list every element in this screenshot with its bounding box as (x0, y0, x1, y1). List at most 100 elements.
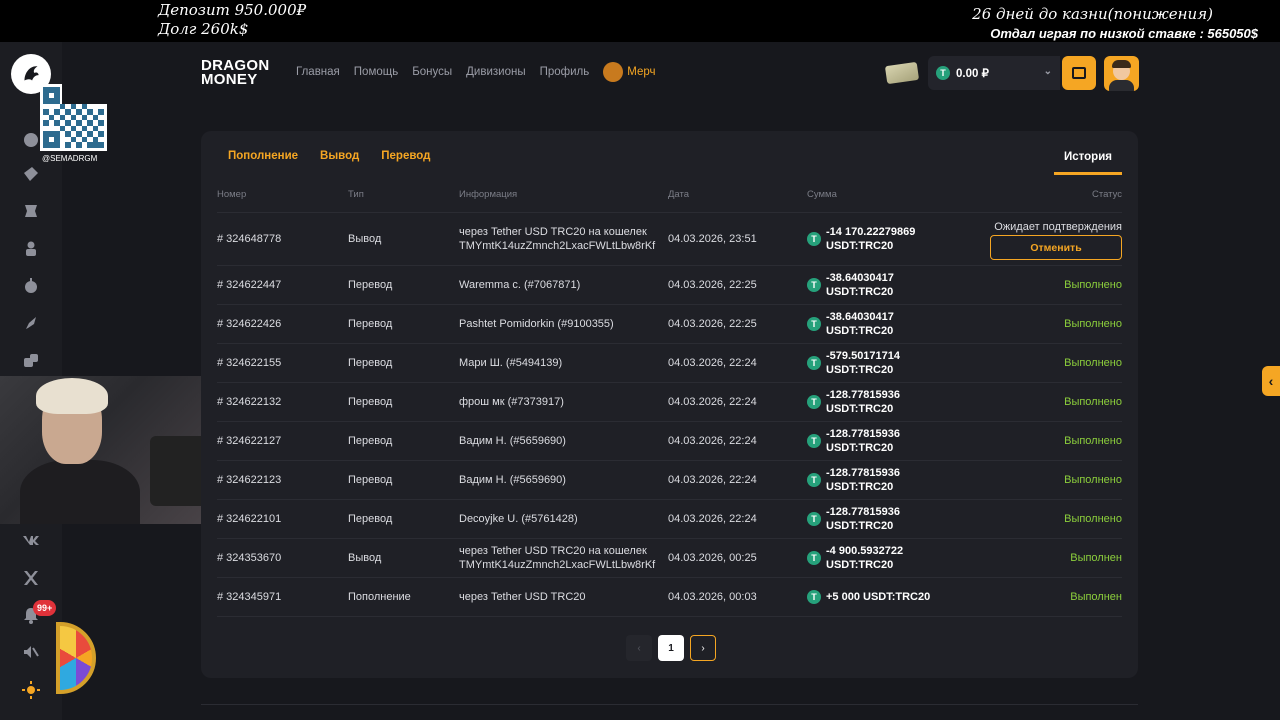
tether-icon: T (807, 356, 821, 370)
tab-transfer[interactable]: Перевод (381, 150, 430, 162)
row-currency: USDT:TRC20 (826, 442, 894, 454)
row-info: Мари Ш. (#5494139) (459, 357, 563, 369)
row-currency: USDT:TRC20 (826, 240, 894, 252)
row-date: 04.03.2026, 22:24 (668, 357, 757, 369)
nav-home[interactable]: Главная (296, 66, 340, 82)
vk-icon[interactable] (19, 528, 43, 552)
prev-page-button[interactable]: ‹ (626, 635, 652, 661)
balance-dropdown[interactable]: T 0.00 ₽ ⌄ (928, 56, 1060, 90)
page-1-button[interactable]: 1 (658, 635, 684, 661)
footer-divider (201, 704, 1138, 705)
row-number: # 324622101 (217, 513, 282, 525)
row-sum: T -4 900.5932722 USDT:TRC20 (807, 544, 903, 572)
row-sum: T -128.77815936 USDT:TRC20 (807, 388, 900, 416)
wallet-history-panel: Пополнение Вывод Перевод История Номер Т… (201, 131, 1138, 678)
table-row: # 324648778 Вывод через Tether USD TRC20… (217, 213, 1122, 266)
row-type: Перевод (348, 318, 393, 330)
nav-merch[interactable]: Мерч (603, 62, 656, 82)
brand-logo[interactable]: DRAGON MONEY (201, 58, 269, 88)
row-info-line-2: TMYmtK14uzZmnch2LxacFWLtLbw8rKf (459, 240, 656, 252)
tether-icon: T (807, 512, 821, 526)
row-date: 04.03.2026, 22:24 (668, 435, 757, 447)
row-status: Выполнено (1064, 396, 1122, 408)
nav-help[interactable]: Помощь (354, 66, 398, 82)
next-page-button[interactable]: › (690, 635, 716, 661)
row-type: Вывод (348, 233, 382, 245)
wallet-button[interactable] (1062, 56, 1096, 90)
nav-merch-label: Мерч (627, 66, 656, 78)
poker-icon[interactable] (19, 237, 43, 261)
row-info: через Tether USD TRC20 на кошелек TMYmtK1… (459, 544, 657, 572)
balance-value: 0.00 ₽ (956, 68, 989, 80)
row-type: Перевод (348, 513, 393, 525)
nav-divisions[interactable]: Дивизионы (466, 66, 525, 82)
row-status: Выполнено (1064, 513, 1122, 525)
dice-icon[interactable] (19, 349, 43, 373)
row-info: Decoyjke U. (#5761428) (459, 513, 578, 525)
row-currency: USDT:TRC20 (826, 481, 894, 493)
row-date: 04.03.2026, 00:03 (668, 591, 757, 603)
table-row: # 324622447 Перевод Waremma c. (#7067871… (217, 266, 1122, 305)
tether-icon: T (807, 434, 821, 448)
row-type: Перевод (348, 279, 393, 291)
table-row: # 324622101 Перевод Decoyjke U. (#576142… (217, 500, 1122, 539)
row-amount: -14 170.22279869 (826, 226, 916, 238)
row-type: Вывод (348, 552, 382, 564)
brand-line-2: MONEY (201, 71, 258, 88)
avatar[interactable] (1104, 56, 1139, 91)
row-type: Перевод (348, 435, 393, 447)
fortune-wheel-icon[interactable] (56, 622, 96, 694)
overlay-countdown: 26 дней до казни(понижения) (972, 5, 1213, 23)
row-status: Выполнено (1064, 474, 1122, 486)
row-amount: -4 900.5932722 (826, 545, 904, 557)
row-sum: T +5 000 USDT:TRC20 (807, 590, 930, 604)
chat-toggle-chevron-left-icon[interactable]: ‹ (1262, 366, 1280, 396)
transactions-table: # 324648778 Вывод через Tether USD TRC20… (217, 213, 1122, 617)
tickets-icon[interactable] (19, 162, 43, 186)
pagination: ‹ 1 › (626, 635, 716, 661)
overlay-debt: Долг 260k$ (158, 20, 249, 38)
stream-overlay-top: Депозит 950.000₽ Долг 260k$ 26 дней до к… (0, 0, 1280, 42)
tab-deposit[interactable]: Пополнение (228, 150, 298, 162)
tether-icon: T (936, 66, 950, 80)
header-number: Номер (217, 189, 247, 200)
table-row: # 324622123 Перевод Вадим Н. (#5659690) … (217, 461, 1122, 500)
dragon-mode-icon[interactable] (19, 199, 43, 223)
row-amount: -38.64030417 (826, 311, 894, 323)
tab-withdraw[interactable]: Вывод (320, 150, 359, 162)
table-header: Номер Тип Информация Дата Сумма Статус (217, 181, 1122, 213)
row-status: Выполнено (1064, 357, 1122, 369)
cancel-button[interactable]: Отменить (990, 235, 1122, 260)
tab-history[interactable]: История (1054, 141, 1122, 175)
row-info-line-2: TMYmtK14uzZmnch2LxacFWLtLbw8rKf (459, 559, 656, 571)
overlay-note: Отдал играя по низкой ставке : 565050$ (990, 26, 1258, 41)
wallet-tabs: Пополнение Вывод Перевод (228, 150, 430, 162)
theme-toggle-icon[interactable] (19, 678, 43, 702)
overlay-left: Депозит 950.000₽ Долг 260k$ (158, 1, 306, 39)
nav-profile[interactable]: Профиль (540, 66, 590, 82)
table-row: # 324622132 Перевод фрош мк (#7373917) 0… (217, 383, 1122, 422)
sound-muted-icon[interactable] (19, 640, 43, 664)
row-date: 04.03.2026, 22:25 (668, 279, 757, 291)
tether-icon: T (807, 590, 821, 604)
tether-icon: T (807, 551, 821, 565)
row-number: # 324622426 (217, 318, 282, 330)
row-info: Вадим Н. (#5659690) (459, 474, 566, 486)
nav-bonuses[interactable]: Бонусы (412, 66, 452, 82)
table-row: # 324622127 Перевод Вадим Н. (#5659690) … (217, 422, 1122, 461)
overlay-deposit: Депозит 950.000₽ (158, 1, 307, 19)
qr-caption: @SEMADRGM (42, 154, 98, 163)
x-twitter-icon[interactable] (19, 566, 43, 590)
row-info: Pashtet Pomidorkin (#9100355) (459, 318, 614, 330)
row-amount: -38.64030417 (826, 272, 894, 284)
row-info-line-1: через Tether USD TRC20 на кошелек (459, 545, 647, 557)
table-row: # 324622426 Перевод Pashtet Pomidorkin (… (217, 305, 1122, 344)
row-amount: -128.77815936 (826, 467, 901, 479)
row-amount: -579.50171714 (826, 350, 901, 362)
row-info: через Tether USD TRC20 (459, 591, 586, 603)
rocket-icon[interactable] (19, 312, 43, 336)
crash-icon[interactable] (19, 274, 43, 298)
tether-icon: T (807, 473, 821, 487)
hoodie-icon (603, 62, 624, 82)
row-sum: T -38.64030417 USDT:TRC20 (807, 271, 894, 299)
